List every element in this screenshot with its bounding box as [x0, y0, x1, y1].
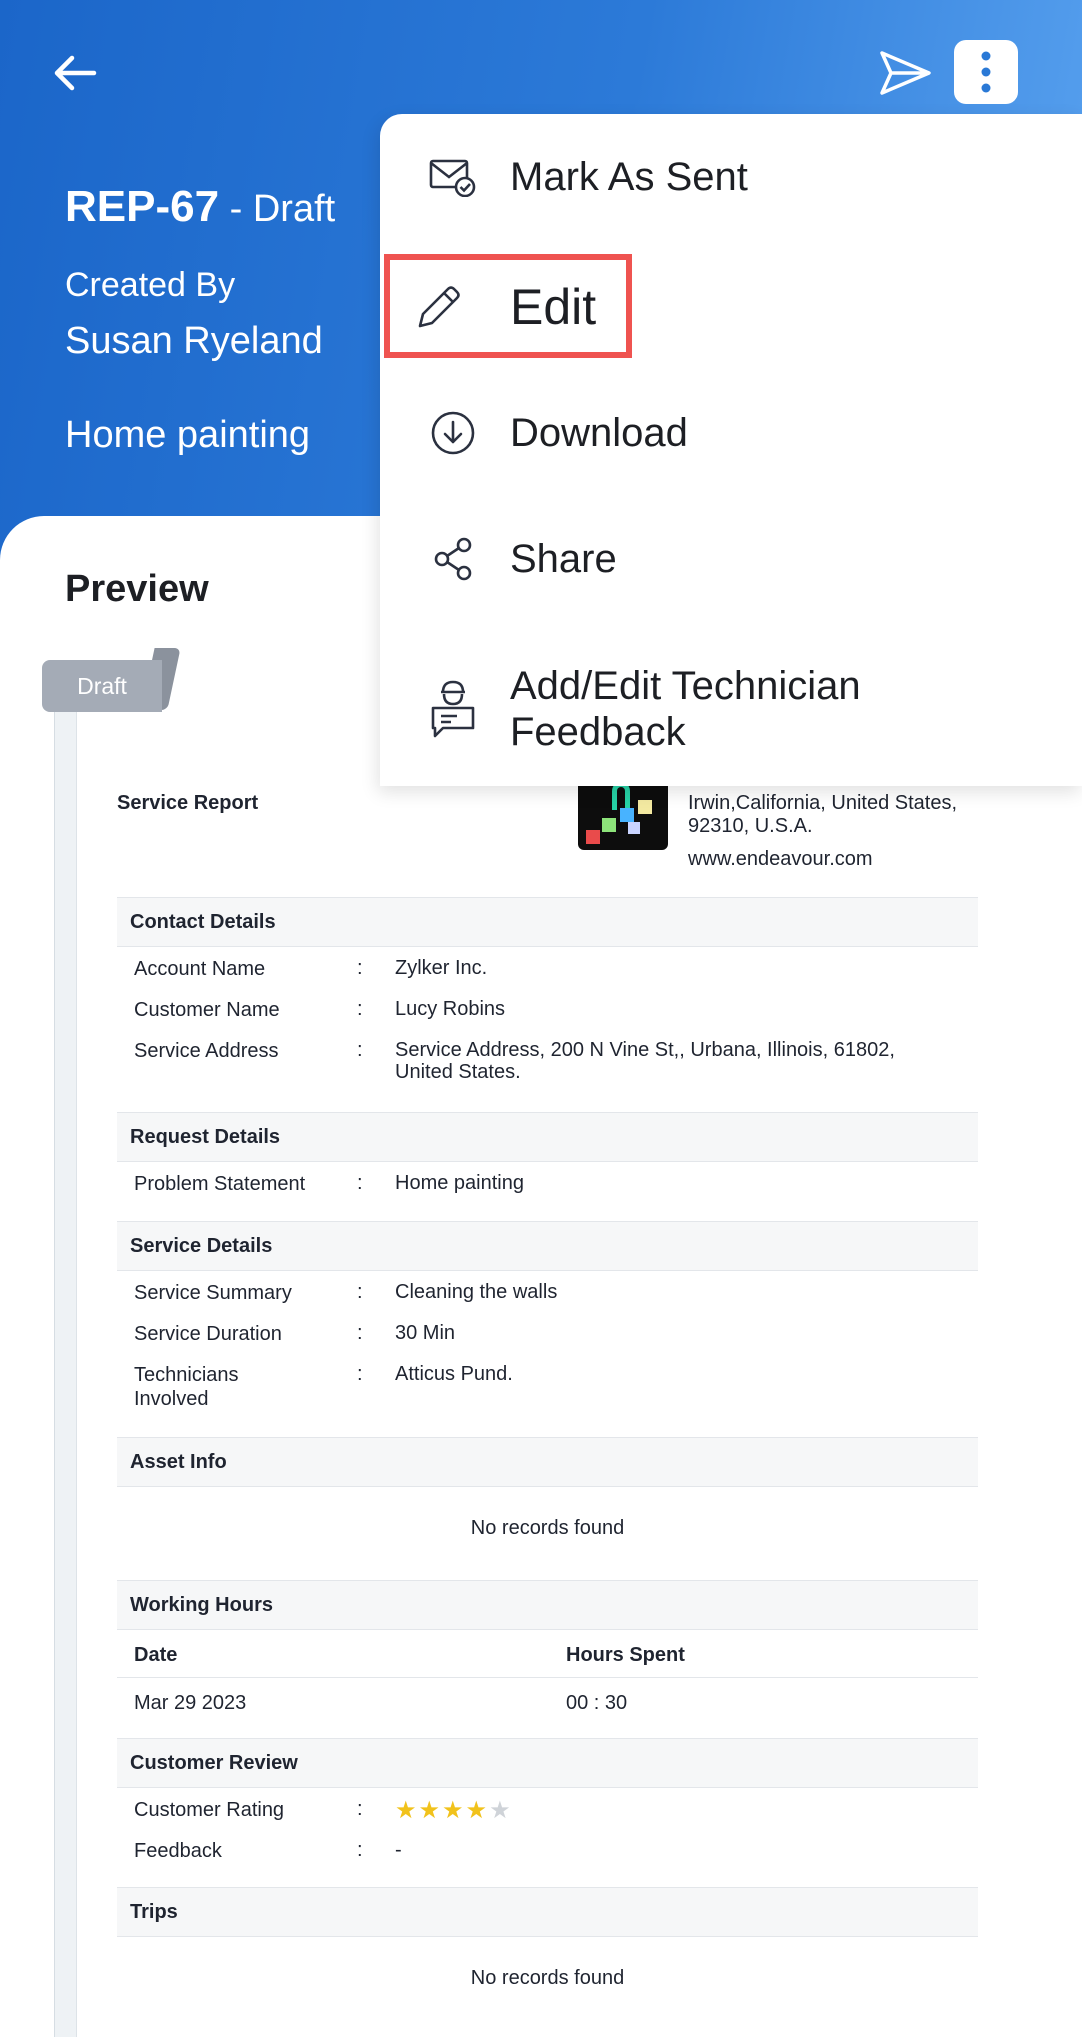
star-filled-icon: ★	[442, 1797, 466, 1824]
detail-label: Technicians Involved	[134, 1364, 239, 1410]
table-header: Date Hours Spent	[117, 1630, 978, 1678]
separator: :	[357, 957, 363, 979]
download-circle-icon	[428, 408, 478, 458]
edit-highlight-box	[384, 254, 632, 358]
detail-value: Lucy Robins	[395, 998, 506, 1020]
column-header-hours: Hours Spent	[566, 1644, 685, 1666]
separator: :	[357, 1363, 363, 1385]
service-report-title: Service Report	[117, 792, 259, 814]
star-rating: ★★★★★	[395, 1796, 513, 1825]
detail-label: Problem Statement	[134, 1173, 306, 1195]
star-filled-icon: ★	[418, 1797, 443, 1824]
draft-ribbon: Draft	[42, 660, 162, 712]
cell-date: Mar 29 2023	[134, 1692, 247, 1714]
star-filled-icon: ★	[465, 1797, 490, 1824]
detail-row: Feedback : -	[117, 1829, 978, 1870]
section-heading: Service Details	[117, 1221, 978, 1271]
created-by-label: Created By	[65, 266, 236, 304]
detail-value: -	[395, 1839, 402, 1861]
detail-value: 30 Min	[395, 1322, 456, 1344]
detail-row: Service Duration : 30 Min	[117, 1312, 978, 1353]
more-options-menu: Mark As Sent Edit Download Share Add/Edi…	[380, 114, 1082, 786]
asset-info-section: Asset Info No records found	[117, 1437, 978, 1540]
separator: :	[357, 1322, 363, 1344]
draft-ribbon-label: Draft	[77, 672, 127, 699]
record-title: REP-67 - Draft	[65, 182, 335, 232]
send-icon	[880, 51, 931, 95]
back-arrow-icon	[54, 55, 97, 91]
detail-value: Atticus Pund.	[395, 1363, 513, 1385]
record-status: - Draft	[219, 188, 336, 230]
menu-item-label: Mark As Sent	[510, 155, 748, 199]
cell-hours: 00 : 30	[566, 1692, 628, 1714]
service-details-section: Service Details Service Summary : Cleani…	[117, 1221, 978, 1423]
separator: :	[357, 1281, 363, 1303]
section-heading: Trips	[117, 1887, 978, 1937]
more-vertical-icon	[981, 51, 991, 93]
separator: :	[357, 1798, 363, 1820]
share-icon	[428, 534, 478, 584]
detail-value: Home painting	[395, 1172, 524, 1194]
detail-label: Service Duration	[134, 1323, 282, 1345]
record-id: REP-67	[65, 182, 220, 231]
menu-item-mark-as-sent[interactable]: Mark As Sent	[380, 122, 1082, 232]
detail-label: Service Summary	[134, 1282, 292, 1304]
section-heading: Contact Details	[117, 897, 978, 947]
menu-item-label: Add/Edit Technician Feedback	[510, 664, 861, 754]
detail-row: Problem Statement : Home painting	[117, 1162, 978, 1203]
send-button[interactable]	[872, 40, 938, 106]
back-button[interactable]	[42, 40, 108, 106]
detail-label: Feedback	[134, 1840, 222, 1862]
detail-row: Service Address : Service Address, 200 N…	[117, 1029, 978, 1093]
more-options-button[interactable]	[954, 40, 1018, 104]
company-logo	[578, 778, 668, 850]
detail-label: Customer Name	[134, 999, 280, 1021]
separator: :	[357, 1039, 363, 1061]
technician-feedback-icon	[428, 677, 478, 741]
preview-title: Preview	[65, 568, 209, 610]
star-filled-icon: ★	[395, 1797, 419, 1824]
detail-row: Service Summary : Cleaning the walls	[117, 1271, 978, 1312]
detail-label: Account Name	[134, 958, 266, 980]
empty-state: No records found	[470, 1967, 625, 1989]
detail-label: Customer Rating	[134, 1799, 285, 1821]
menu-item-label: Share	[510, 537, 617, 581]
detail-row: Customer Name : Lucy Robins	[117, 988, 978, 1029]
detail-value: Cleaning the walls	[395, 1281, 558, 1303]
created-by-name: Susan Ryeland	[65, 320, 323, 362]
section-heading: Working Hours	[117, 1580, 978, 1630]
detail-row: Account Name : Zylker Inc.	[117, 947, 978, 988]
menu-item-technician-feedback[interactable]: Add/Edit Technician Feedback	[380, 644, 1082, 774]
customer-review-section: Customer Review Customer Rating : ★★★★★ …	[117, 1738, 978, 1870]
working-hours-section: Working Hours Date Hours Spent Mar 29 20…	[117, 1580, 978, 1726]
star-empty-icon: ★	[489, 1797, 513, 1824]
menu-item-download[interactable]: Download	[380, 378, 1082, 488]
separator: :	[357, 1172, 363, 1194]
detail-label: Service Address	[134, 1040, 279, 1062]
company-address: Irwin,California, United States, 92310, …	[688, 792, 958, 837]
mail-check-icon	[428, 152, 478, 202]
separator: :	[357, 998, 363, 1020]
detail-row: Technicians Involved : Atticus Pund.	[117, 1353, 978, 1423]
empty-state: No records found	[470, 1517, 625, 1539]
request-details-section: Request Details Problem Statement : Home…	[117, 1112, 978, 1203]
section-heading: Request Details	[117, 1112, 978, 1162]
menu-item-share[interactable]: Share	[380, 504, 1082, 614]
detail-row: Customer Rating : ★★★★★	[117, 1788, 978, 1829]
company-website: www.endeavour.com	[688, 848, 873, 870]
detail-value: Service Address, 200 N Vine St,, Urbana,…	[395, 1039, 895, 1083]
menu-item-label: Download	[510, 411, 688, 455]
section-heading: Asset Info	[117, 1437, 978, 1487]
contact-details-section: Contact Details Account Name : Zylker In…	[117, 897, 978, 1093]
table-row: Mar 29 2023 00 : 30	[117, 1678, 978, 1726]
detail-value: Zylker Inc.	[395, 957, 488, 979]
column-header-date: Date	[134, 1644, 178, 1666]
separator: :	[357, 1839, 363, 1861]
trips-section: Trips No records found	[117, 1887, 978, 1990]
section-heading: Customer Review	[117, 1738, 978, 1788]
record-subject: Home painting	[65, 414, 311, 456]
